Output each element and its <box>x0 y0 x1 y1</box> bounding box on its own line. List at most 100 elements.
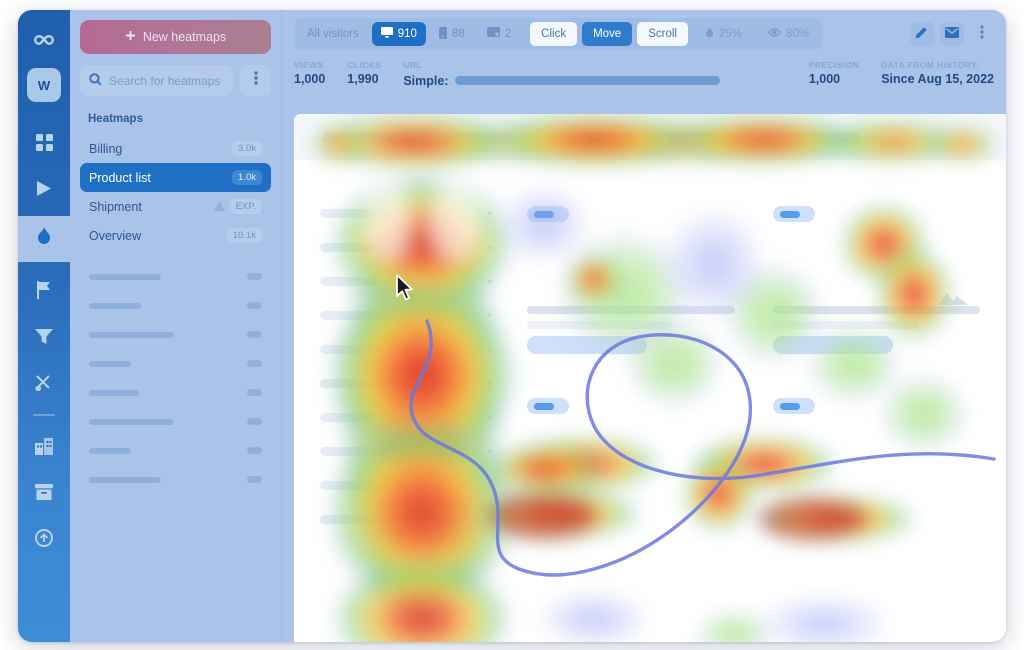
infinity-logo-icon[interactable] <box>26 22 62 58</box>
mode-scroll[interactable]: Scroll <box>637 22 688 46</box>
mock-list-label <box>320 344 374 354</box>
play-recordings-icon[interactable] <box>26 170 62 206</box>
mock-list-row[interactable]: ▸ <box>320 400 493 434</box>
heatmap-item-label: Product list <box>89 170 151 185</box>
mock-website-page: ▸ ▸ ▸ ▸ ▸ ▸ ▸ ▸ ▸ ▸ <box>294 114 1006 642</box>
stats-strip: VIEWS 1,000 CLICKS 1,990 URL Simple: PRE… <box>282 58 1006 98</box>
funnel-icon[interactable] <box>26 318 62 354</box>
archive-box-icon[interactable] <box>26 474 62 510</box>
badge-pill <box>772 398 815 414</box>
product-card[interactable] <box>760 194 992 372</box>
mock-navbar <box>294 114 1006 160</box>
avatar[interactable]: W <box>27 68 61 102</box>
chevron-right-icon: ▸ <box>487 411 493 423</box>
toolbar-more-button[interactable] <box>970 22 994 46</box>
mock-list-row[interactable]: ▸ <box>320 298 493 332</box>
heatmap-item-badge: 1.0k <box>232 170 262 185</box>
skeleton-pill <box>247 273 262 280</box>
heatmap-item-label: Billing <box>89 141 123 156</box>
stat-clicks: CLICKS 1,990 <box>347 60 381 86</box>
stat-chips: 25% 80% <box>692 22 819 46</box>
chevron-right-icon: ▸ <box>487 275 493 287</box>
chevron-right-icon: ▸ <box>487 343 493 355</box>
stat-chip-value: 80% <box>786 28 810 40</box>
new-heatmaps-button[interactable]: New heatmaps <box>80 20 271 54</box>
chevron-right-icon: ▸ <box>487 309 493 321</box>
mock-list-row[interactable]: ▸ <box>320 332 493 366</box>
skeleton-bar <box>89 302 141 309</box>
upgrade-arrow-icon[interactable] <box>26 520 62 556</box>
stat-chip-flame[interactable]: 25% <box>695 22 751 46</box>
mode-label: Move <box>593 28 622 40</box>
panel-more-button[interactable] <box>240 65 271 96</box>
mock-list-row[interactable]: ▸ <box>320 196 493 230</box>
search-row: Search for heatmaps <box>80 65 271 96</box>
panel-skeleton-row <box>80 262 271 291</box>
flame-icon <box>705 26 714 42</box>
panel-skeleton-list <box>80 262 271 494</box>
eye-icon <box>768 28 781 40</box>
skeleton-bar <box>89 273 161 280</box>
mock-nav-item[interactable] <box>786 131 860 143</box>
mode-label: Scroll <box>648 28 677 40</box>
heatmaps-flame-icon <box>36 227 52 251</box>
mock-nav-item[interactable] <box>452 131 514 143</box>
all-visitors-label: All visitors <box>307 28 359 40</box>
device-filter-desktop[interactable]: 910 <box>371 22 426 46</box>
mode-move[interactable]: Move <box>582 22 633 46</box>
search-input[interactable]: Search for heatmaps <box>80 65 233 96</box>
plus-icon <box>125 30 136 44</box>
card-title-bar <box>527 306 735 314</box>
mock-filter-list: ▸ ▸ ▸ ▸ ▸ ▸ ▸ ▸ ▸ ▸ <box>294 184 509 642</box>
heatmap-list-item[interactable]: Billing 3.0k <box>80 134 271 163</box>
desktop-icon <box>380 27 393 41</box>
device-count: 910 <box>397 28 417 40</box>
card-cta-button[interactable] <box>772 336 893 354</box>
mode-click[interactable]: Click <box>530 22 578 46</box>
envelope-button[interactable] <box>940 22 964 46</box>
heatmap-canvas[interactable]: ▸ ▸ ▸ ▸ ▸ ▸ ▸ ▸ ▸ ▸ <box>294 114 1006 642</box>
stat-chip-eye[interactable]: 80% <box>759 22 819 46</box>
dashboard-icon[interactable] <box>26 124 62 160</box>
mock-list-row[interactable]: ▸ <box>320 366 493 400</box>
heatmap-list-item[interactable]: Shipment EXP. <box>80 192 271 221</box>
mock-list-row[interactable]: ▸ <box>320 434 493 468</box>
chevron-right-icon: ▸ <box>487 241 493 253</box>
panel-section-title: Heatmaps <box>88 113 143 125</box>
device-filter-tablet[interactable]: 2 <box>478 22 520 46</box>
panel-skeleton-row <box>80 436 271 465</box>
product-card[interactable] <box>515 194 747 372</box>
mock-nav-item[interactable] <box>552 131 630 143</box>
mock-list-label <box>320 276 378 286</box>
mock-nav-item[interactable] <box>668 131 748 143</box>
skeleton-bar <box>89 476 161 483</box>
stat-chip-value: 25% <box>718 28 742 40</box>
sidebar-item-heatmaps[interactable] <box>18 216 70 262</box>
avatar-initial: W <box>37 77 51 93</box>
edit-pencil-button[interactable] <box>910 22 934 46</box>
skeleton-bar <box>89 447 131 454</box>
tablet-icon <box>486 27 500 41</box>
clicks-label: CLICKS <box>347 60 382 70</box>
company-building-icon[interactable] <box>26 428 62 464</box>
card-cta-button[interactable] <box>527 336 647 354</box>
heatmap-list-item[interactable]: Product list 1.0k <box>80 163 271 192</box>
precision-value: 1,000 <box>808 72 841 86</box>
mock-list-row[interactable]: ▸ <box>320 502 493 536</box>
badge-pill <box>772 206 815 222</box>
mock-nav-item[interactable] <box>322 131 414 143</box>
mock-list-row[interactable]: ▸ <box>320 264 493 298</box>
mock-list-row[interactable]: ▸ <box>320 468 493 502</box>
mock-list-row[interactable]: ▸ <box>320 230 493 264</box>
card-row-bottom <box>515 386 992 506</box>
heatmap-list-item[interactable]: Overview 10.1k <box>80 221 271 250</box>
device-filter-mobile[interactable]: 88 <box>430 22 474 46</box>
all-visitors-filter[interactable]: All visitors <box>298 22 368 46</box>
scissors-icon[interactable] <box>26 364 62 400</box>
flag-goals-icon[interactable] <box>26 272 62 308</box>
rail-divider <box>33 414 55 416</box>
product-card[interactable] <box>515 386 747 506</box>
skeleton-pill <box>247 389 262 396</box>
history-value: Since Aug 15, 2022 <box>881 72 994 86</box>
product-card[interactable] <box>760 386 992 506</box>
